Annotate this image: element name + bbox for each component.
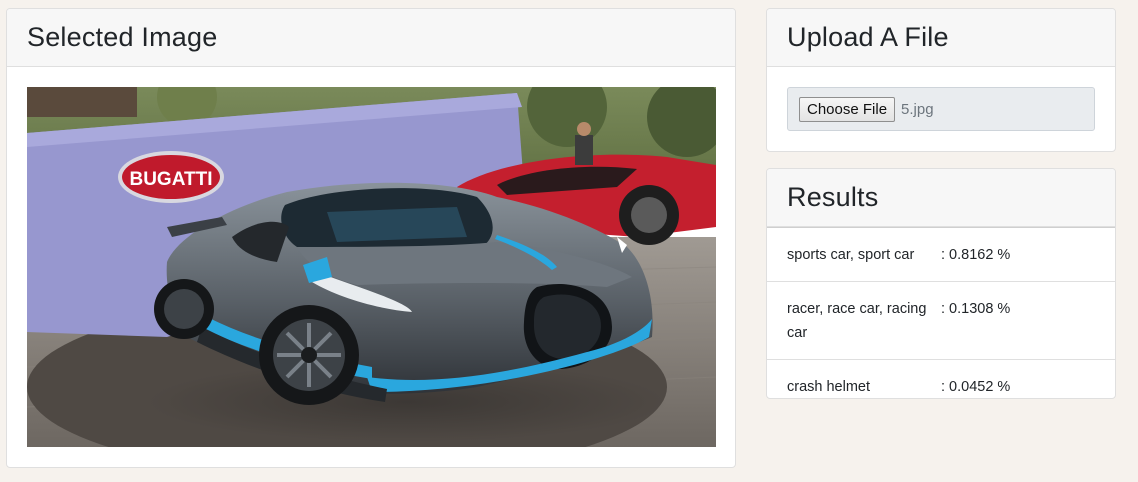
result-label: sports car, sport car bbox=[787, 247, 915, 263]
selected-image-card: Selected Image BUGATTI bbox=[6, 8, 736, 468]
result-score: : 0.8162 % bbox=[941, 247, 1011, 263]
results-list: sports car, sport car : 0.8162 % racer, … bbox=[767, 227, 1115, 398]
result-score: : 0.0452 % bbox=[941, 379, 1011, 395]
results-title: Results bbox=[787, 182, 879, 212]
results-card: Results sports car, sport car : 0.8162 %… bbox=[766, 168, 1116, 399]
result-label: racer, race car, racing car bbox=[787, 301, 927, 341]
result-row: sports car, sport car : 0.8162 % bbox=[767, 227, 1115, 281]
result-label: crash helmet bbox=[787, 379, 871, 395]
file-input[interactable]: Choose File 5.jpg bbox=[787, 87, 1095, 131]
upload-file-title: Upload A File bbox=[787, 22, 949, 52]
bugatti-logo-text: BUGATTI bbox=[129, 169, 212, 190]
selected-file-name: 5.jpg bbox=[901, 100, 934, 118]
selected-image-header: Selected Image bbox=[7, 9, 735, 67]
result-row: crash helmet : 0.0452 % bbox=[767, 359, 1115, 398]
result-score: : 0.1308 % bbox=[941, 301, 1011, 317]
choose-file-button[interactable]: Choose File bbox=[799, 96, 896, 122]
upload-file-card: Upload A File Choose File 5.jpg bbox=[766, 8, 1116, 152]
results-header: Results bbox=[767, 169, 1115, 227]
selected-car-photo: BUGATTI bbox=[27, 87, 716, 447]
selected-image-title: Selected Image bbox=[27, 22, 218, 52]
result-row: racer, race car, racing car : 0.1308 % bbox=[767, 281, 1115, 359]
upload-file-header: Upload A File bbox=[767, 9, 1115, 67]
